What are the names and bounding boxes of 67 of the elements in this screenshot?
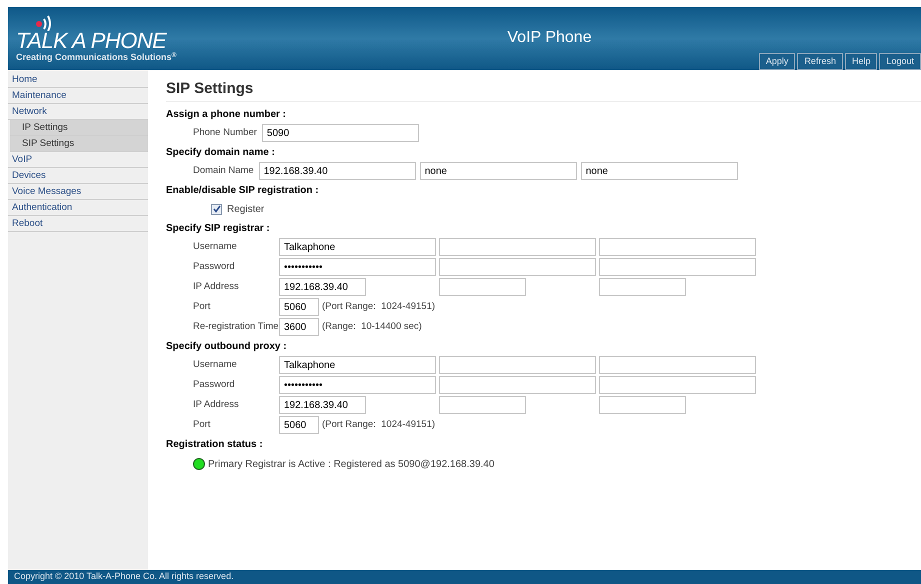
input-field[interactable] — [439, 396, 526, 414]
checkmark-icon — [212, 205, 220, 213]
field-label: Phone Number — [193, 126, 257, 140]
input-field[interactable]: 192.168.39.40 — [279, 396, 366, 414]
copyright-text: Copyright © 2010 Talk-A-Phone Co. All rights reserved. — [14, 570, 234, 584]
input-field[interactable]: none — [580, 162, 738, 180]
sidebar-item[interactable]: Voice Messages — [8, 184, 148, 200]
sidebar-item[interactable]: VoIP — [8, 152, 148, 168]
input-field[interactable] — [439, 278, 526, 296]
input-field[interactable] — [439, 238, 596, 256]
field-label: Domain Name — [193, 164, 254, 178]
header-button[interactable]: Refresh — [797, 53, 843, 70]
sidebar-item[interactable]: Maintenance — [8, 88, 148, 104]
header-button[interactable]: Logout — [879, 53, 921, 70]
input-field[interactable] — [599, 356, 756, 374]
section-heading: Specify SIP registrar : — [166, 222, 271, 236]
sidebar-item[interactable]: Devices — [8, 168, 148, 184]
section-heading: Assign a phone number : — [166, 108, 288, 122]
input-field[interactable] — [599, 396, 686, 414]
section-heading: Registration status : — [166, 438, 264, 452]
section-heading: Specify domain name : — [166, 146, 276, 160]
field-label: IP Address — [193, 398, 240, 412]
checkbox-label: Register — [227, 202, 264, 216]
field-label: Username — [193, 358, 238, 372]
input-field[interactable]: ••••••••••• — [279, 258, 436, 276]
logo-text: TALK A PHONE — [16, 31, 168, 51]
field-label: Username — [193, 240, 238, 254]
field-label: IP Address — [193, 280, 240, 294]
input-field[interactable]: Talkaphone — [279, 356, 436, 374]
field-label: Password — [193, 378, 236, 392]
header-button[interactable]: Apply — [758, 53, 796, 70]
input-field[interactable]: none — [420, 162, 577, 180]
input-field[interactable]: ••••••••••• — [279, 376, 436, 394]
header-button[interactable]: Help — [844, 53, 878, 70]
input-field[interactable] — [599, 258, 756, 276]
input-field[interactable] — [599, 238, 756, 256]
input-field[interactable]: 192.168.39.40 — [258, 162, 416, 180]
field-label: Password — [193, 260, 236, 274]
section-heading: Enable/disable SIP registration : — [166, 184, 320, 198]
input-field[interactable] — [439, 376, 596, 394]
checkbox[interactable] — [211, 204, 222, 214]
page-header-title: VoIP Phone — [507, 28, 592, 48]
input-field[interactable] — [439, 356, 596, 374]
input-field[interactable]: Talkaphone — [279, 238, 436, 256]
field-label: Port — [193, 300, 212, 314]
sidebar-item[interactable]: Authentication — [8, 200, 148, 216]
section-heading: Specify outbound proxy : — [166, 340, 288, 354]
input-field[interactable]: 192.168.39.40 — [279, 278, 366, 296]
logo-tagline: Creating Communications Solutions$^{®}$ — [16, 51, 178, 63]
input-field[interactable]: 3600 — [279, 318, 319, 336]
field-label: Port — [193, 418, 212, 432]
sidebar-subitem[interactable]: IP Settings — [10, 120, 148, 136]
status-text: Primary Registrar is Active : Registered as 5090@192.168.39.40 — [208, 458, 494, 472]
range-note: (Range: 10-14400 sec) — [322, 320, 422, 334]
input-field[interactable] — [599, 376, 756, 394]
range-note: (Port Range: 1024-49151) — [322, 300, 436, 314]
sidebar-item[interactable]: Reboot — [8, 216, 148, 232]
sidebar-item[interactable]: Home — [8, 72, 148, 88]
page-title: SIP Settings — [166, 78, 921, 102]
input-field[interactable]: 5060 — [279, 298, 319, 316]
field-label: Re-registration Time — [193, 320, 279, 334]
sidebar-subitem[interactable]: SIP Settings — [10, 136, 148, 152]
range-note: (Port Range: 1024-49151) — [322, 418, 436, 432]
input-field[interactable] — [599, 278, 686, 296]
input-field[interactable] — [439, 258, 596, 276]
input-field[interactable]: 5060 — [279, 416, 319, 434]
input-field[interactable]: 5090 — [262, 124, 419, 142]
